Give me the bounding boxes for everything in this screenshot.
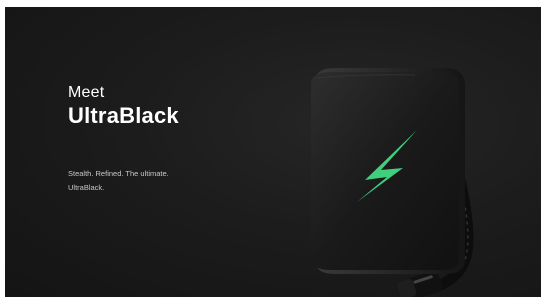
- hero-banner: Meet UltraBlack Stealth. Refined. The ul…: [5, 7, 541, 297]
- hero-title: UltraBlack: [68, 103, 179, 128]
- ev-charger-image: [311, 68, 474, 297]
- hero-tagline-line-2: UltraBlack.: [68, 183, 105, 192]
- hero-tagline: Stealth. Refined. The ultimate. UltraBla…: [68, 167, 218, 195]
- hero-tagline-line-1: Stealth. Refined. The ultimate.: [68, 169, 169, 178]
- hero-eyebrow: Meet: [68, 84, 105, 101]
